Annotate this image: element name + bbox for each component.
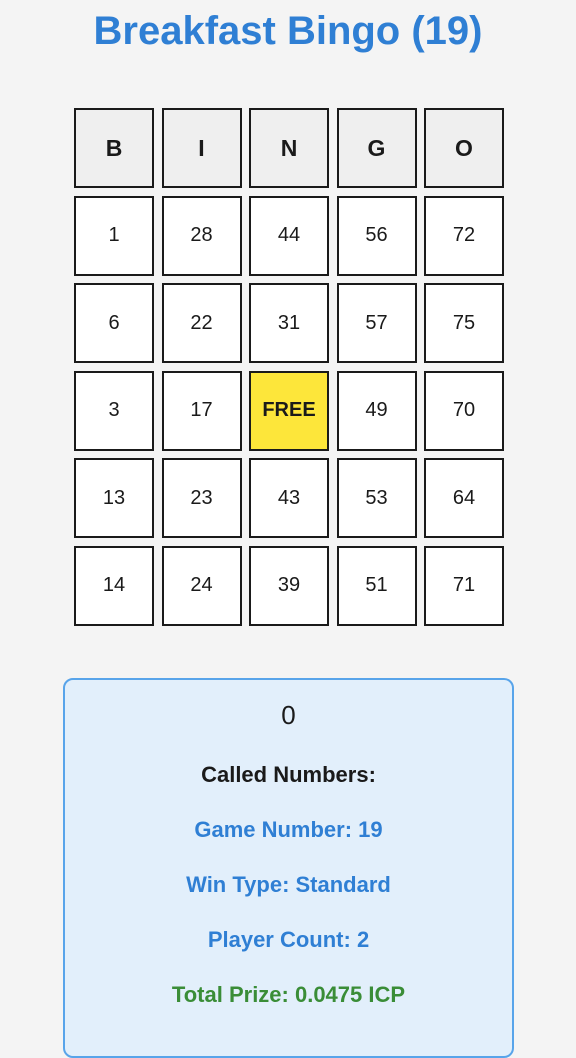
bingo-cell[interactable]: 6	[74, 283, 154, 363]
bingo-cell[interactable]: 51	[336, 545, 417, 626]
bingo-cell[interactable]: 44	[249, 195, 329, 276]
called-numbers-label: Called Numbers:	[201, 762, 376, 787]
bingo-cell[interactable]: 64	[424, 458, 504, 538]
player-count: Player Count: 2	[207, 927, 370, 952]
bingo-cell[interactable]: 56	[336, 195, 417, 276]
bingo-cell[interactable]: 43	[249, 458, 329, 538]
bingo-cell[interactable]: 75	[424, 283, 504, 363]
bingo-cell[interactable]: 31	[249, 283, 329, 363]
bingo-cell[interactable]: 57	[336, 283, 417, 363]
bingo-cell[interactable]: 13	[74, 458, 154, 538]
column-header-g: G	[336, 108, 417, 188]
bingo-cell[interactable]: 17	[161, 370, 242, 451]
bingo-cell[interactable]: 28	[161, 195, 242, 276]
game-info-panel: 0 Called Numbers: Game Number: 19 Win Ty…	[63, 678, 514, 1058]
bingo-cell[interactable]: 24	[161, 545, 242, 626]
bingo-card: B I N G O 1 28 44 56 72 6 22 31 57 75 3 …	[74, 108, 504, 626]
game-number: Game Number: 19	[194, 817, 383, 842]
bingo-cell[interactable]: 39	[249, 545, 329, 626]
column-header-o: O	[424, 108, 504, 188]
bingo-cell[interactable]: 22	[161, 283, 242, 363]
bingo-cell[interactable]: 70	[424, 370, 504, 451]
free-space-cell: FREE	[249, 370, 329, 451]
bingo-cell[interactable]: 3	[74, 370, 154, 451]
column-header-n: N	[249, 108, 329, 188]
bingo-cell[interactable]: 1	[74, 195, 154, 276]
bingo-cell[interactable]: 49	[336, 370, 417, 451]
page-title: Breakfast Bingo (19)	[93, 9, 483, 53]
bingo-cell[interactable]: 23	[161, 458, 242, 538]
total-prize: Total Prize: 0.0475 ICP	[171, 982, 406, 1007]
current-ball-number: 0	[281, 700, 296, 730]
column-header-b: B	[74, 108, 154, 188]
bingo-cell[interactable]: 53	[336, 458, 417, 538]
column-header-i: I	[161, 108, 242, 188]
win-type: Win Type: Standard	[186, 872, 391, 897]
bingo-cell[interactable]: 14	[74, 545, 154, 626]
bingo-cell[interactable]: 72	[424, 195, 504, 276]
bingo-cell[interactable]: 71	[424, 545, 504, 626]
